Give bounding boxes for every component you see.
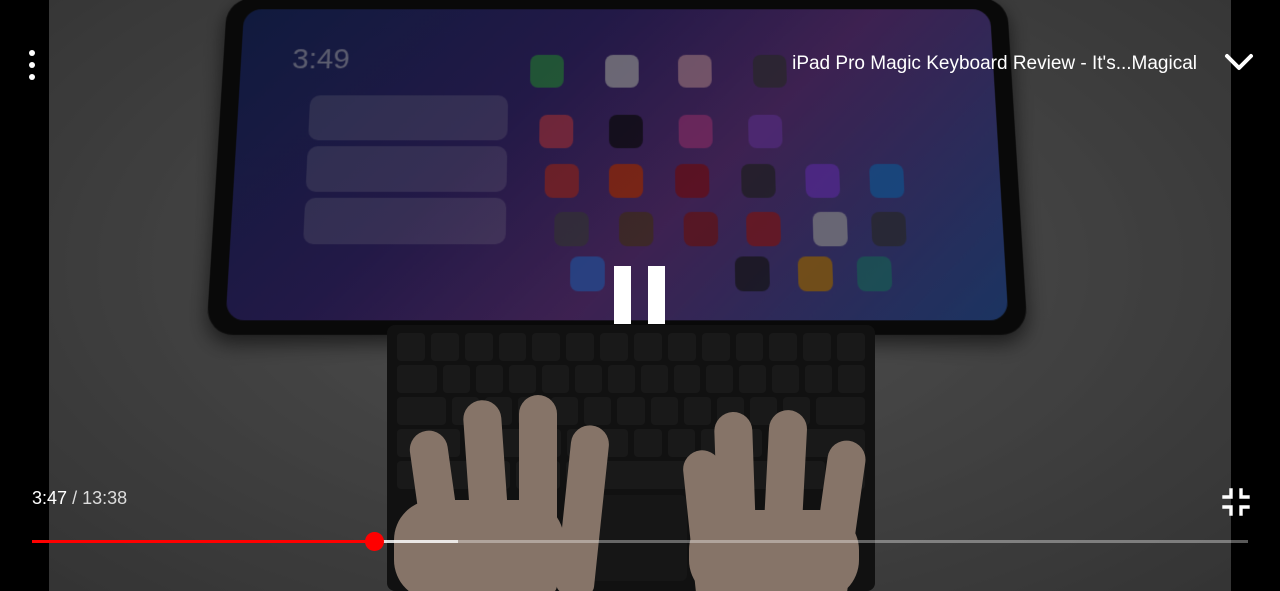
time-separator: / [72, 488, 78, 508]
played-bar [32, 540, 374, 543]
seek-bar[interactable] [32, 532, 1248, 551]
chevron-down-icon [1225, 54, 1253, 70]
seek-scrubber[interactable] [364, 532, 384, 551]
current-time: 3:47 [32, 488, 68, 508]
more-options-button[interactable] [18, 50, 46, 80]
pause-button[interactable] [604, 256, 676, 336]
video-player[interactable]: 3:49 iPad Pro Magic Keyboard Review - It… [0, 0, 1280, 591]
pause-icon [614, 266, 631, 324]
exit-fullscreen-button[interactable] [1222, 488, 1250, 516]
duration: 13:38 [82, 488, 128, 508]
collapse-player-button[interactable] [1224, 50, 1254, 76]
more-vertical-icon [29, 50, 35, 56]
time-display: 3:47 / 13:38 [32, 488, 127, 509]
exit-fullscreen-icon [1222, 488, 1250, 516]
video-title[interactable]: iPad Pro Magic Keyboard Review - It's...… [792, 53, 1197, 75]
